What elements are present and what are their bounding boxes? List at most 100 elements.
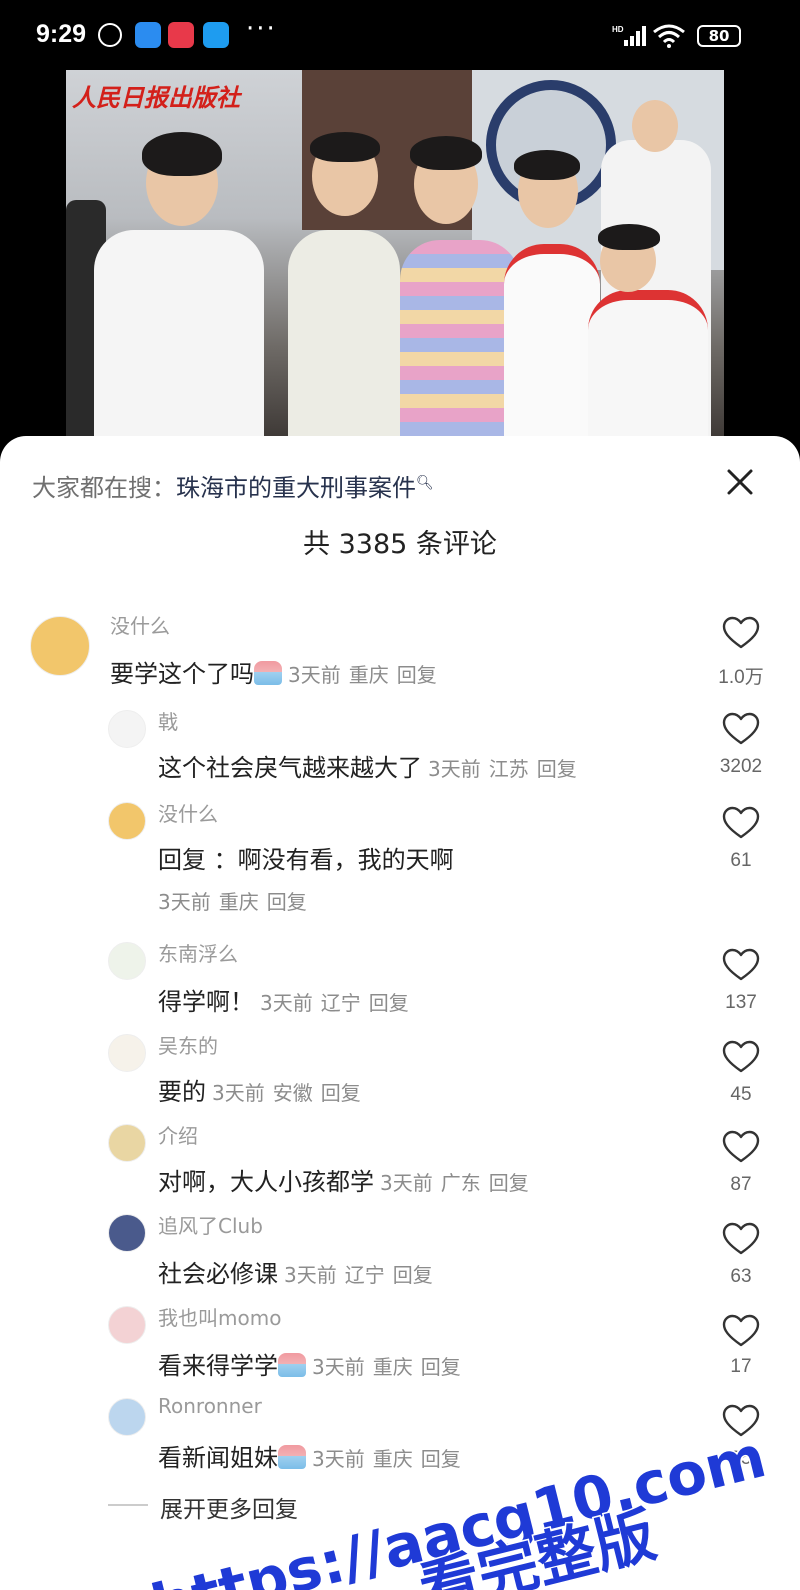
comment-author[interactable]: 戟 <box>158 706 178 735</box>
comment-author[interactable]: 没什么 <box>110 610 170 639</box>
reply-button[interactable]: 回复 <box>267 890 307 914</box>
video-frame[interactable]: 人民日报出版社 <box>66 70 724 440</box>
avatar[interactable] <box>108 802 146 840</box>
comment-author[interactable]: Ronronner <box>158 1394 262 1418</box>
avatar[interactable] <box>108 1214 146 1252</box>
status-bar: 9:29 ··· HD 80 <box>0 0 800 70</box>
comment-meta: 3天前 广东 回复 <box>380 1171 537 1195</box>
comment-body: 看新闻姐妹 <box>158 1444 278 1472</box>
trending-search[interactable]: 大家都在搜：珠海市的重大刑事案件🔍︎ <box>32 468 434 503</box>
comment-time: 3天前 <box>312 1447 365 1471</box>
brand-logo: 人民日报出版社 <box>72 83 240 112</box>
comment-time: 3天前 <box>312 1355 365 1379</box>
app-notification-icon <box>203 22 229 48</box>
comment-location: 江苏 <box>488 757 529 781</box>
like-heart-icon[interactable] <box>722 806 760 840</box>
avatar[interactable] <box>108 1398 146 1436</box>
search-icon: 🔍︎ <box>416 475 434 491</box>
child-figure <box>588 290 708 440</box>
reply-button[interactable]: 回复 <box>421 1355 461 1379</box>
alarm-icon <box>98 23 122 47</box>
adult-head <box>632 100 678 152</box>
comment-location: 重庆 <box>372 1355 413 1379</box>
comment-author[interactable]: 吴东的 <box>158 1030 218 1059</box>
comment-location: 重庆 <box>372 1447 413 1471</box>
app-notification-icon <box>135 22 161 48</box>
comment-time: 3天前 <box>260 991 313 1015</box>
like-heart-icon[interactable] <box>722 948 760 982</box>
comment-body: 要学这个了吗 <box>110 660 254 688</box>
video-player[interactable]: 人民日报出版社 <box>0 70 800 450</box>
like-count: 137 <box>725 992 757 1013</box>
child-hair <box>142 132 222 176</box>
avatar[interactable] <box>108 942 146 980</box>
comment-location: 辽宁 <box>344 1263 385 1287</box>
avatar[interactable] <box>108 1306 146 1344</box>
like-heart-icon[interactable] <box>722 712 760 746</box>
app-notification-icon <box>168 22 194 48</box>
comment-text: 要的 3天前 安徽 回复 <box>158 1072 369 1107</box>
comment-sheet: 大家都在搜：珠海市的重大刑事案件🔍︎ 共 3385 条评论 没什么 要学这个了吗 3… <box>0 436 800 1590</box>
trending-search-keyword[interactable]: 珠海市的重大刑事案件 <box>176 474 416 502</box>
comment-meta: 3天前 重庆 回复 <box>312 1355 469 1379</box>
battery-icon: 80 <box>697 25 741 47</box>
like-heart-icon[interactable] <box>722 616 760 650</box>
wifi-icon <box>653 24 685 48</box>
like-count: 1.0万 <box>718 667 764 688</box>
child-figure <box>94 230 264 440</box>
avatar[interactable] <box>108 710 146 748</box>
close-icon[interactable] <box>718 460 762 504</box>
reply-button[interactable]: 回复 <box>393 1263 433 1287</box>
comment-time: 3天前 <box>380 1171 433 1195</box>
comment-meta: 3天前 安徽 回复 <box>212 1081 369 1105</box>
like-heart-icon[interactable] <box>722 1130 760 1164</box>
comment-time: 3天前 <box>288 663 341 687</box>
comment-body: 对啊，大人小孩都学 <box>158 1168 374 1196</box>
crying-emoji-icon <box>278 1353 306 1377</box>
like-count: 63 <box>730 1266 752 1287</box>
comment-text: 社会必修课 3天前 辽宁 回复 <box>158 1254 441 1289</box>
reply-button[interactable]: 回复 <box>397 663 437 687</box>
comment-author[interactable]: 追风了Club <box>158 1210 263 1239</box>
reply-button[interactable]: 回复 <box>537 757 577 781</box>
comment-body: 要的 <box>158 1078 206 1106</box>
comment-time: 3天前 <box>284 1263 337 1287</box>
comment-body: 这个社会戾气越来越大了 <box>158 754 422 782</box>
like-count: 87 <box>730 1174 752 1195</box>
comment-text: 这个社会戾气越来越大了 3天前 江苏 回复 <box>158 748 585 783</box>
avatar[interactable] <box>30 616 90 676</box>
like-heart-icon[interactable] <box>722 1314 760 1348</box>
comment-time: 3天前 <box>428 757 481 781</box>
crying-emoji-icon <box>278 1445 306 1469</box>
reply-button[interactable]: 回复 <box>369 991 409 1015</box>
comment-text: 回复 ：啊没有看，我的天啊 <box>158 840 454 875</box>
comment-location: 安徽 <box>272 1081 313 1105</box>
expand-replies-button[interactable]: 展开更多回复 <box>160 1490 298 1524</box>
avatar[interactable] <box>108 1034 146 1072</box>
avatar[interactable] <box>108 1124 146 1162</box>
like-count: 17 <box>730 1356 752 1377</box>
like-heart-icon[interactable] <box>722 1040 760 1074</box>
child-hair <box>310 132 380 162</box>
comment-body: 回复 ：啊没有看，我的天啊 <box>158 846 454 874</box>
reply-button[interactable]: 回复 <box>321 1081 361 1105</box>
like-heart-icon[interactable] <box>722 1404 760 1438</box>
comment-body: 社会必修课 <box>158 1260 278 1288</box>
comment-meta: 3天前 辽宁 回复 <box>284 1263 441 1287</box>
comment-meta: 3天前 重庆 回复 <box>312 1447 469 1471</box>
comment-author[interactable]: 东南浮么 <box>158 938 238 967</box>
reply-button[interactable]: 回复 <box>489 1171 529 1195</box>
comment-body: 得学啊！ <box>158 988 254 1016</box>
child-hair <box>514 150 580 180</box>
like-count: 25 <box>730 1448 752 1469</box>
comment-meta: 3天前 江苏 回复 <box>428 757 585 781</box>
comment-time: 3天前 <box>212 1081 265 1105</box>
like-heart-icon[interactable] <box>722 1222 760 1256</box>
comment-author[interactable]: 介绍 <box>158 1120 198 1149</box>
child-figure <box>504 244 600 440</box>
comment-meta: 3天前 重庆 回复 <box>288 663 445 687</box>
comment-author[interactable]: 我也叫momo <box>158 1302 281 1331</box>
reply-button[interactable]: 回复 <box>421 1447 461 1471</box>
comment-author[interactable]: 没什么 <box>158 798 218 827</box>
comment-text: 对啊，大人小孩都学 3天前 广东 回复 <box>158 1162 537 1197</box>
